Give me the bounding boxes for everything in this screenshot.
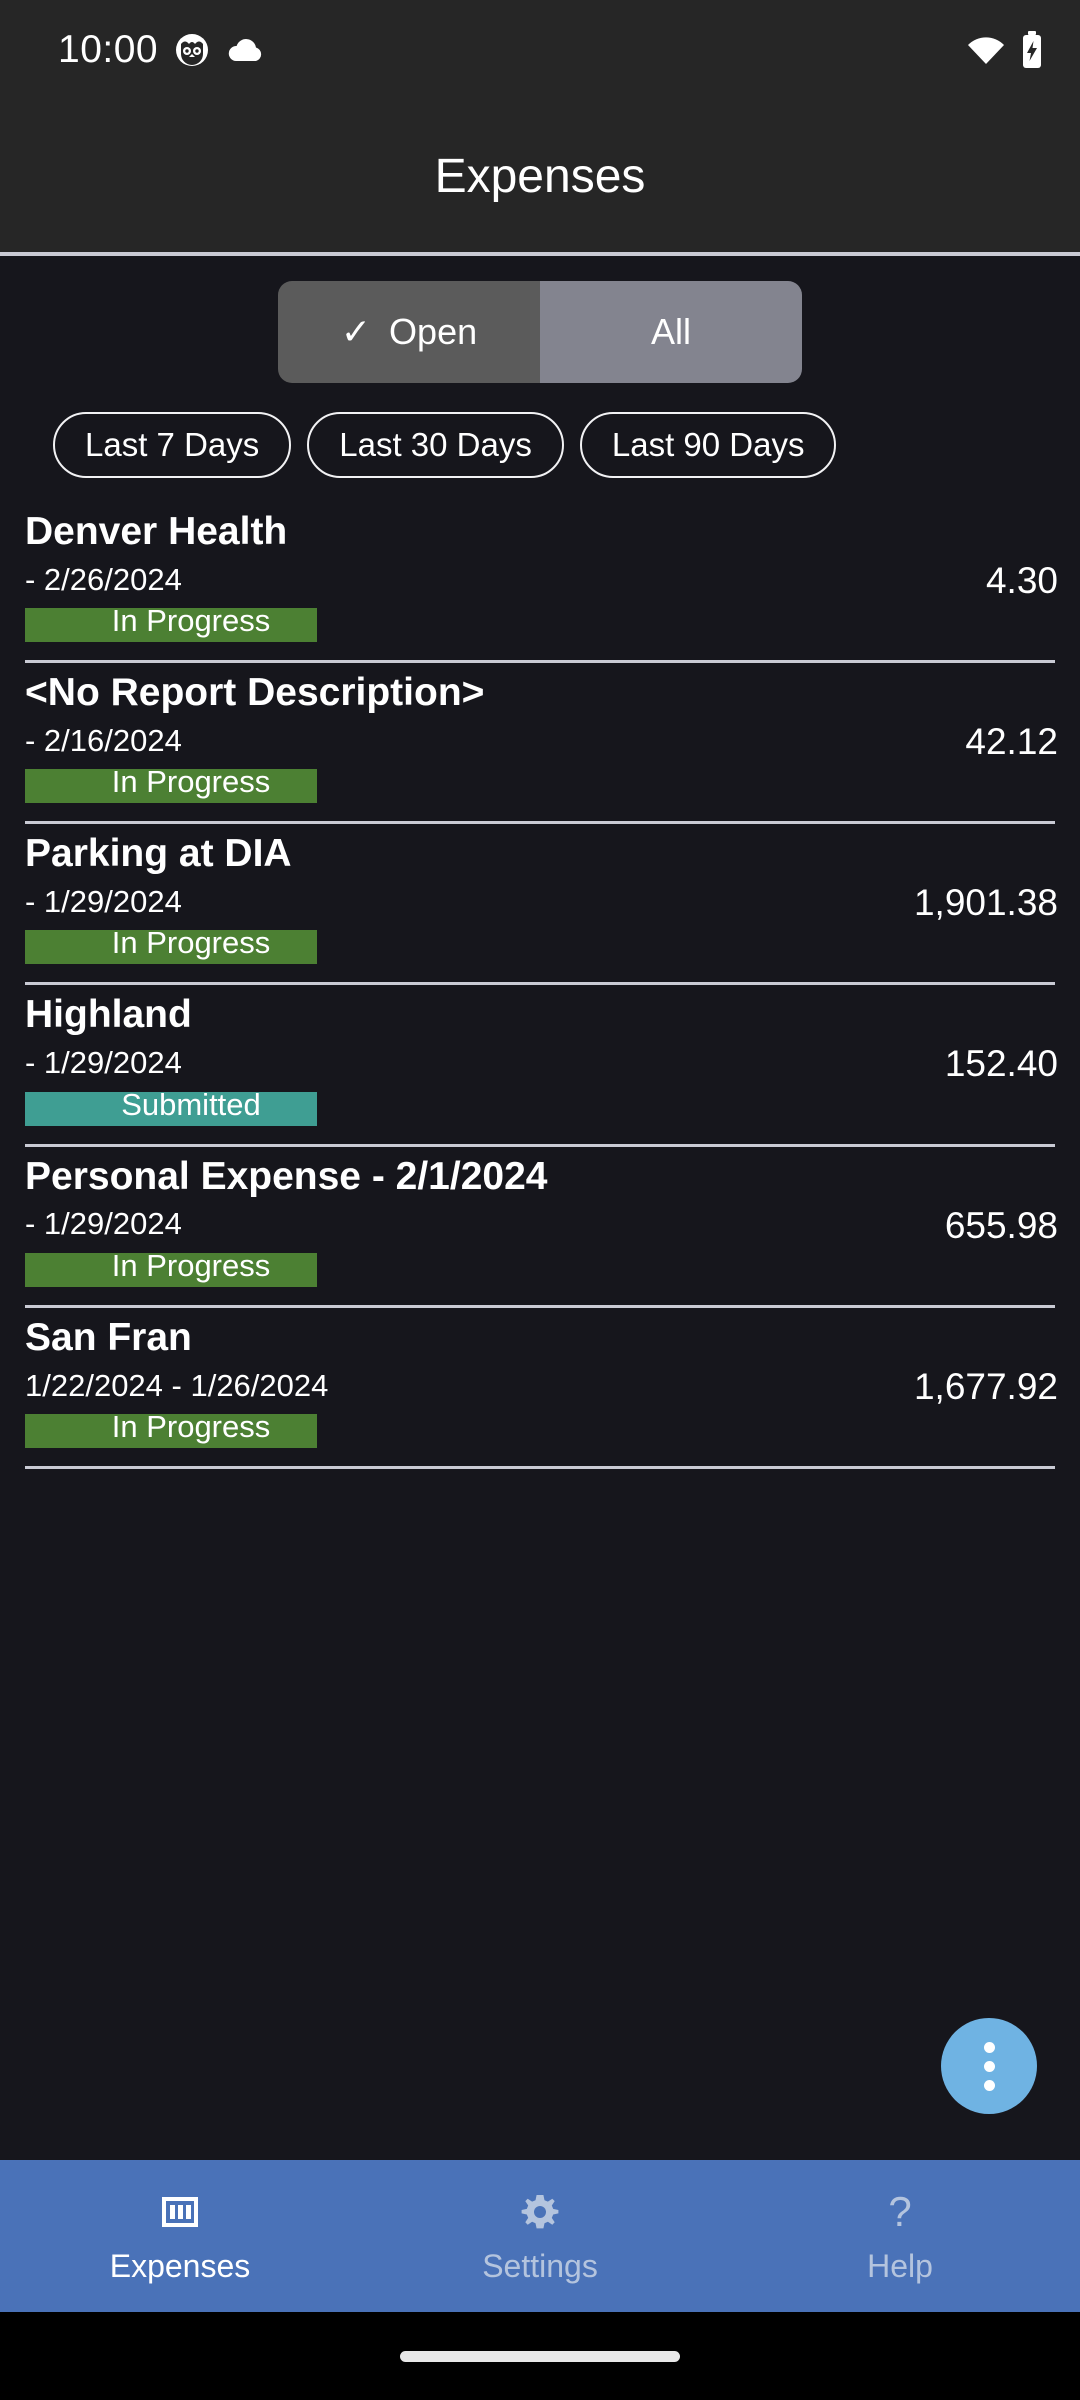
question-mark-icon: ?: [876, 2188, 924, 2236]
expense-date: - 1/29/2024: [25, 1206, 182, 1242]
nav-item-expenses[interactable]: Expenses: [0, 2160, 360, 2312]
chip-last-7-days[interactable]: Last 7 Days: [53, 412, 292, 478]
status-bar-clock: 10:00: [58, 28, 159, 71]
nav-item-help-label: Help: [867, 2247, 933, 2284]
more-options-fab[interactable]: [941, 2018, 1037, 2114]
expense-amount: 655.98: [944, 1204, 1058, 1246]
status-badge: In Progress: [25, 926, 317, 965]
page-title: Expenses: [434, 149, 646, 203]
nav-item-settings-label: Settings: [482, 2247, 598, 2284]
cloud-icon: [226, 35, 266, 65]
status-filter-group: ✓ Open All: [0, 256, 1080, 383]
expense-title: Highland: [25, 993, 192, 1037]
table-row[interactable]: Parking at DIA - 1/29/2024 In Progress 1…: [0, 824, 1080, 982]
segment-all-label: All: [650, 311, 691, 352]
expense-amount: 4.30: [985, 560, 1058, 602]
check-icon: ✓: [340, 311, 372, 352]
expense-date: - 1/29/2024: [25, 1045, 182, 1081]
main-content: ✓ Open All Last 7 Days Last 30 Days Last…: [0, 256, 1080, 2160]
status-badge: In Progress: [25, 765, 317, 804]
segmented-control[interactable]: ✓ Open All: [278, 281, 802, 383]
expense-amount: 42.12: [965, 721, 1058, 763]
expense-amount: 1,677.92: [913, 1365, 1058, 1407]
expense-date: - 2/16/2024: [25, 722, 182, 758]
expense-title: <No Report Description>: [25, 671, 485, 715]
segment-open-label: Open: [389, 311, 478, 352]
chip-last-30-days[interactable]: Last 30 Days: [307, 412, 564, 478]
expense-list: Denver Health - 2/26/2024 In Progress 4.…: [0, 478, 1080, 1469]
more-vertical-icon: [983, 2079, 995, 2091]
row-divider: [25, 1465, 1055, 1469]
expense-title: San Fran: [25, 1315, 192, 1359]
status-badge: Submitted: [25, 1087, 317, 1126]
segment-all[interactable]: All: [540, 281, 802, 383]
table-row[interactable]: Personal Expense - 2/1/2024 - 1/29/2024 …: [0, 1147, 1080, 1305]
expense-title: Parking at DIA: [25, 832, 292, 876]
table-row[interactable]: Denver Health - 2/26/2024 In Progress 4.…: [0, 502, 1080, 660]
expense-amount: 152.40: [944, 1043, 1058, 1085]
date-range-chips: Last 7 Days Last 30 Days Last 90 Days: [0, 383, 1080, 478]
nav-item-expenses-label: Expenses: [109, 2247, 251, 2284]
status-bar-left: 10:00: [58, 28, 266, 72]
status-bar-right: [966, 31, 1044, 69]
more-vertical-icon: [983, 2060, 995, 2072]
more-vertical-icon: [983, 2041, 995, 2053]
expense-title: Personal Expense - 2/1/2024: [25, 1154, 548, 1198]
gear-icon: [516, 2188, 564, 2236]
table-row[interactable]: Highland - 1/29/2024 Submitted 152.40: [0, 985, 1080, 1143]
table-row[interactable]: <No Report Description> - 2/16/2024 In P…: [0, 663, 1080, 821]
banknote-100-icon: [156, 2188, 204, 2236]
battery-charging-icon: [1020, 31, 1044, 69]
status-badge: In Progress: [25, 604, 317, 643]
expense-date: - 2/26/2024: [25, 561, 182, 597]
expense-title: Denver Health: [25, 510, 288, 553]
nav-item-settings[interactable]: Settings: [360, 2160, 720, 2312]
app-bar: Expenses: [0, 100, 1080, 252]
gesture-bar: [0, 2312, 1080, 2400]
owl-icon: [174, 32, 210, 68]
nav-item-help[interactable]: ? Help: [720, 2160, 1080, 2312]
chip-last-90-days[interactable]: Last 90 Days: [579, 412, 837, 478]
wifi-icon: [966, 34, 1006, 66]
status-bar: 10:00: [0, 0, 1080, 100]
table-row[interactable]: San Fran 1/22/2024 - 1/26/2024 In Progre…: [0, 1308, 1080, 1466]
bottom-navigation: Expenses Settings ? Help: [0, 2160, 1080, 2312]
expense-amount: 1,901.38: [913, 882, 1058, 924]
status-badge: In Progress: [25, 1248, 317, 1287]
gesture-pill[interactable]: [400, 2350, 680, 2362]
app-window: 10:00 Expenses ✓ Open All Last 7 Days La…: [0, 0, 1080, 2400]
segment-open[interactable]: ✓ Open: [278, 281, 540, 383]
status-badge: In Progress: [25, 1409, 317, 1448]
svg-text:?: ?: [888, 2188, 911, 2235]
